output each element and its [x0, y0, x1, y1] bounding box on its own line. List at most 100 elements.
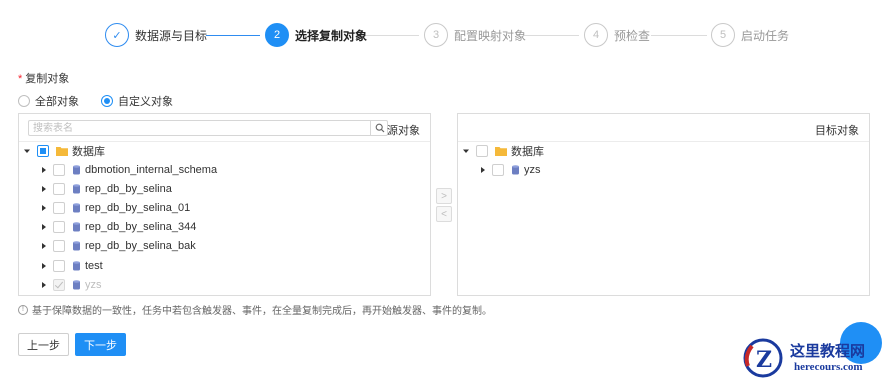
search-input[interactable]	[29, 121, 369, 135]
steps-bar: ✓ 数据源与目标 2 选择复制对象 3 配置映射对象 4 预检查 5 启动任务	[0, 22, 889, 50]
target-panel-title: 目标对象	[815, 125, 859, 137]
caret-down-icon[interactable]	[23, 147, 31, 155]
step-number: 4	[584, 23, 608, 47]
tree-label: 数据库	[72, 146, 105, 158]
next-step-button[interactable]: 下一步	[75, 333, 126, 356]
checkbox[interactable]	[53, 202, 65, 214]
radio-all-objects[interactable]: 全部对象	[18, 93, 79, 109]
tree-label: test	[85, 260, 103, 272]
tree-item[interactable]: dbmotion_internal_schema	[39, 162, 217, 178]
step-2: 2 选择复制对象	[265, 22, 367, 48]
caret-right-icon[interactable]	[39, 185, 47, 193]
tree-item[interactable]: yzs	[478, 162, 541, 178]
checkbox-disabled	[53, 279, 65, 291]
field-label-copy-object: * 复制对象	[18, 70, 69, 86]
radio-circle-icon	[18, 95, 30, 107]
database-icon	[73, 280, 81, 290]
tree-item[interactable]: test	[39, 258, 103, 274]
tree-label: rep_db_by_selina_bak	[85, 240, 196, 252]
step-label: 选择复制对象	[295, 28, 368, 43]
tree-item[interactable]: rep_db_by_selina_01	[39, 200, 190, 216]
divider	[19, 141, 430, 142]
divider	[458, 141, 869, 142]
tree-label: yzs	[85, 279, 102, 291]
checkbox[interactable]	[53, 183, 65, 195]
step-1: ✓ 数据源与目标	[105, 22, 207, 48]
caret-right-icon[interactable]	[478, 166, 486, 174]
step-label: 预检查	[614, 28, 651, 43]
tree-label: rep_db_by_selina_344	[85, 221, 197, 233]
step-4: 4 预检查	[584, 22, 650, 48]
tree-label: rep_db_by_selina	[85, 183, 172, 195]
step-number: 5	[711, 23, 735, 47]
step-number: 2	[265, 23, 289, 47]
move-left-button[interactable]: <	[436, 206, 452, 222]
watermark-logo-icon: Z	[743, 338, 783, 378]
tree-label: 数据库	[511, 146, 544, 158]
checkbox[interactable]	[53, 221, 65, 233]
checkbox[interactable]	[53, 240, 65, 252]
database-icon	[73, 203, 81, 213]
tree-item[interactable]: rep_db_by_selina_344	[39, 219, 196, 235]
source-panel-title: 源对象	[387, 125, 420, 137]
database-icon	[73, 222, 81, 232]
step-label: 启动任务	[741, 28, 790, 43]
info-note-text: 基于保障数据的一致性，任务中若包含触发器、事件，在全量复制完成后，再开始触发器、…	[32, 306, 492, 317]
tree-item[interactable]: rep_db_by_selina	[39, 181, 172, 197]
tree-item[interactable]: rep_db_by_selina_bak	[39, 238, 196, 254]
database-icon	[73, 261, 81, 271]
check-icon: ✓	[105, 23, 129, 47]
tree-root[interactable]: 数据库	[462, 143, 544, 159]
watermark: Z 这里教程网 herecours.com	[742, 336, 889, 380]
info-note: ! 基于保障数据的一致性，任务中若包含触发器、事件，在全量复制完成后，再开始触发…	[18, 302, 492, 317]
caret-right-icon	[39, 281, 47, 289]
watermark-url: herecours.com	[794, 361, 863, 373]
step-connector	[651, 35, 707, 36]
tree-label: yzs	[524, 164, 541, 176]
source-panel: 源对象 数据库 dbmotion_internal_schema rep_db_…	[18, 113, 431, 296]
search-button[interactable]	[370, 120, 388, 136]
database-icon	[73, 184, 81, 194]
folder-icon	[495, 146, 507, 156]
step-5: 5 启动任务	[711, 22, 789, 48]
database-icon	[73, 165, 81, 175]
caret-right-icon[interactable]	[39, 223, 47, 231]
radio-label: 自定义对象	[118, 96, 173, 108]
step-label: 数据源与目标	[135, 28, 208, 43]
step-connector	[366, 35, 419, 36]
field-label-text: 复制对象	[25, 73, 70, 85]
search-icon	[375, 123, 384, 133]
move-right-button[interactable]: >	[436, 188, 452, 204]
required-mark: *	[18, 73, 23, 85]
caret-right-icon[interactable]	[39, 262, 47, 270]
caret-down-icon[interactable]	[462, 147, 470, 155]
folder-icon	[56, 146, 68, 156]
prev-step-button[interactable]: 上一步	[18, 333, 69, 356]
checkbox[interactable]	[53, 260, 65, 272]
tree-item-disabled: yzs	[39, 277, 102, 293]
step-connector	[524, 35, 579, 36]
caret-right-icon[interactable]	[39, 166, 47, 174]
target-panel: 目标对象 数据库 yzs	[457, 113, 870, 296]
checkbox[interactable]	[37, 145, 49, 157]
step-3: 3 配置映射对象	[424, 22, 526, 48]
radio-label: 全部对象	[35, 96, 79, 108]
caret-right-icon[interactable]	[39, 204, 47, 212]
checkbox[interactable]	[476, 145, 488, 157]
step-number: 3	[424, 23, 448, 47]
checkbox[interactable]	[53, 164, 65, 176]
radio-custom-objects[interactable]: 自定义对象	[101, 93, 173, 109]
database-icon	[73, 241, 81, 251]
watermark-title: 这里教程网	[790, 342, 866, 360]
tree-label: rep_db_by_selina_01	[85, 202, 191, 214]
caret-right-icon[interactable]	[39, 242, 47, 250]
info-icon: !	[18, 304, 28, 315]
checkbox[interactable]	[492, 164, 504, 176]
radio-circle-icon	[101, 95, 113, 107]
tree-root[interactable]: 数据库	[23, 143, 105, 159]
database-icon	[512, 165, 520, 175]
radio-group-copy-object: 全部对象 自定义对象	[18, 93, 195, 109]
step-connector	[206, 35, 260, 36]
svg-text:Z: Z	[756, 347, 772, 373]
search-box	[28, 120, 388, 136]
